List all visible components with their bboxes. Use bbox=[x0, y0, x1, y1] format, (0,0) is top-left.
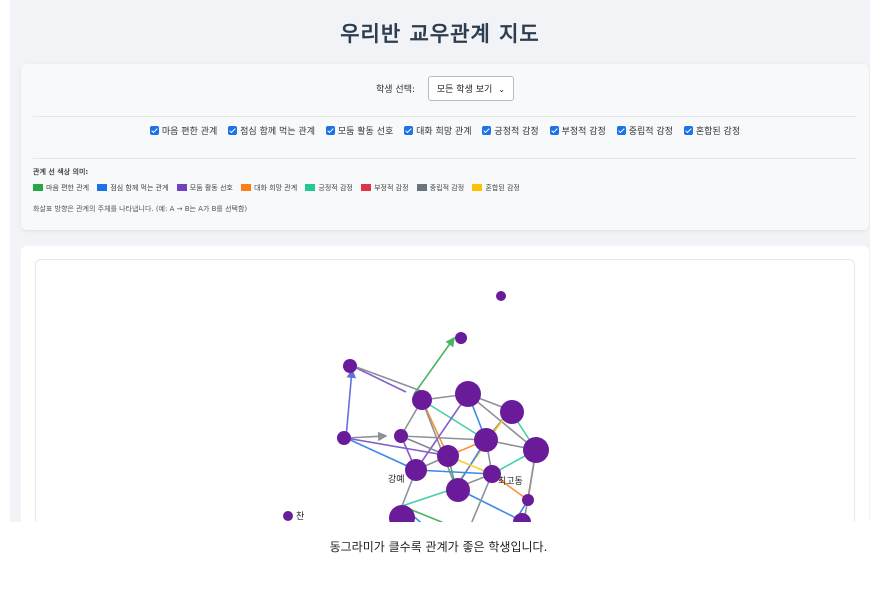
page-title: 우리반 교우관계 지도 bbox=[340, 22, 540, 46]
student-node[interactable] bbox=[455, 332, 467, 344]
legend-item: 모둠 활동 선호 bbox=[176, 183, 233, 193]
filter-comfortable[interactable]: 마음 편한 관계 bbox=[149, 124, 218, 137]
legend-swatch bbox=[176, 184, 187, 191]
legend-title: 관계 선 색상 의미: bbox=[33, 168, 89, 176]
filter-group-activity[interactable]: 모둠 활동 선호 bbox=[325, 124, 394, 137]
filter-lunch[interactable]: 점심 함께 먹는 관계 bbox=[228, 124, 315, 137]
checkbox-checked-icon[interactable] bbox=[325, 126, 335, 135]
student-node[interactable] bbox=[523, 437, 549, 463]
student-select-label: 학생 선택: bbox=[376, 85, 416, 95]
legend-label: 대화 희망 관계 bbox=[254, 184, 298, 192]
student-node[interactable] bbox=[522, 494, 534, 506]
legend-item: 부정적 감정 bbox=[361, 183, 409, 193]
legend-item: 점심 함께 먹는 관계 bbox=[97, 183, 169, 193]
filter-neutral[interactable]: 중립적 감정 bbox=[616, 124, 673, 137]
legend-label: 마음 편한 관계 bbox=[46, 184, 90, 192]
student-node[interactable] bbox=[474, 428, 498, 452]
legend-item: 혼합된 감정 bbox=[472, 183, 520, 193]
student-node[interactable] bbox=[343, 359, 357, 373]
checkbox-checked-icon[interactable] bbox=[404, 126, 414, 135]
chevron-down-icon: ⌄ bbox=[498, 85, 505, 94]
legend-swatch bbox=[33, 184, 43, 191]
student-select-value: 모든 학생 보기 bbox=[436, 85, 493, 95]
student-node[interactable] bbox=[500, 400, 524, 424]
student-node[interactable] bbox=[446, 478, 470, 502]
student-select[interactable]: 모든 학생 보기 ⌄ bbox=[427, 76, 514, 101]
legend-label: 부정적 감정 bbox=[374, 184, 409, 192]
student-select-row: 학생 선택: 모든 학생 보기 ⌄ bbox=[21, 76, 869, 101]
legend-swatch bbox=[361, 184, 372, 191]
node-label: 강예 bbox=[388, 474, 405, 484]
node-label: 찬 bbox=[296, 511, 304, 521]
filter-label: 모둠 활동 선호 bbox=[337, 127, 394, 137]
filter-label: 대화 희망 관계 bbox=[416, 127, 472, 137]
app-window: 우리반 교우관계 지도 학생 선택: 모든 학생 보기 ⌄ 마음 편한 관계 점심… bbox=[10, 0, 870, 522]
network-graph-svg[interactable]: 강예 최고동 찬 bbox=[36, 260, 854, 522]
legend-swatch bbox=[416, 184, 427, 191]
student-node[interactable] bbox=[412, 390, 432, 410]
legend-item: 대화 희망 관계 bbox=[241, 183, 297, 193]
student-node[interactable] bbox=[283, 511, 293, 521]
student-node[interactable] bbox=[405, 459, 427, 481]
filter-label: 혼합된 감정 bbox=[695, 127, 741, 137]
node-label: 최고동 bbox=[498, 476, 523, 486]
filter-conversation[interactable]: 대화 희망 관계 bbox=[404, 124, 472, 137]
legend-item: 마음 편한 관계 bbox=[33, 183, 89, 193]
legend-label: 모둠 활동 선호 bbox=[189, 184, 233, 192]
legend-swatch bbox=[472, 184, 483, 191]
student-node[interactable] bbox=[394, 429, 408, 443]
graph-card: 강예 최고동 찬 bbox=[21, 246, 869, 522]
legend-items: 마음 편한 관계 점심 함께 먹는 관계 모둠 활동 선호 대화 희망 관계 긍… bbox=[33, 183, 526, 193]
student-node[interactable] bbox=[337, 431, 351, 445]
graph-caption: 동그라미가 클수록 관계가 좋은 학생입니다. bbox=[329, 540, 548, 554]
filter-negative[interactable]: 부정적 감정 bbox=[549, 124, 606, 137]
filter-positive[interactable]: 긍정적 감정 bbox=[482, 124, 539, 137]
filter-label: 마음 편한 관계 bbox=[161, 127, 218, 137]
legend: 관계 선 색상 의미: 마음 편한 관계 점심 함께 먹는 관계 모둠 활동 선… bbox=[33, 167, 526, 214]
student-node[interactable] bbox=[496, 291, 506, 301]
network-graph[interactable]: 강예 최고동 찬 bbox=[35, 259, 855, 522]
checkbox-checked-icon[interactable] bbox=[482, 126, 492, 135]
legend-swatch bbox=[241, 184, 252, 191]
checkbox-checked-icon[interactable] bbox=[149, 126, 159, 135]
legend-swatch bbox=[305, 184, 316, 191]
legend-label: 점심 함께 먹는 관계 bbox=[110, 184, 169, 192]
legend-swatch bbox=[97, 184, 108, 191]
legend-item: 중립적 감정 bbox=[416, 183, 465, 193]
divider bbox=[33, 158, 857, 159]
checkbox-checked-icon[interactable] bbox=[549, 126, 559, 135]
legend-label: 긍정적 감정 bbox=[318, 184, 353, 192]
filter-label: 긍정적 감정 bbox=[494, 127, 539, 137]
legend-item: 긍정적 감정 bbox=[305, 183, 353, 193]
filter-mixed[interactable]: 혼합된 감정 bbox=[683, 124, 741, 137]
checkbox-checked-icon[interactable] bbox=[683, 126, 693, 135]
relation-filters: 마음 편한 관계 점심 함께 먹는 관계 모둠 활동 선호 대화 희망 관계 긍… bbox=[21, 124, 869, 137]
student-node[interactable] bbox=[513, 513, 531, 522]
legend-label: 혼합된 감정 bbox=[485, 184, 520, 192]
student-node[interactable] bbox=[389, 505, 415, 522]
legend-label: 중립적 감정 bbox=[429, 184, 465, 192]
filter-label: 점심 함께 먹는 관계 bbox=[240, 127, 315, 137]
checkbox-checked-icon[interactable] bbox=[228, 126, 238, 135]
checkbox-checked-icon[interactable] bbox=[616, 126, 626, 135]
filter-label: 중립적 감정 bbox=[628, 127, 673, 137]
student-node[interactable] bbox=[437, 445, 459, 467]
student-node[interactable] bbox=[455, 381, 481, 407]
controls-panel: 학생 선택: 모든 학생 보기 ⌄ 마음 편한 관계 점심 함께 먹는 관계 모둠… bbox=[21, 64, 869, 230]
legend-note: 화살표 방향은 관계의 주체를 나타냅니다. (예: A → B는 A가 B를 … bbox=[33, 205, 248, 213]
filter-label: 부정적 감정 bbox=[561, 127, 606, 137]
divider bbox=[33, 116, 857, 117]
